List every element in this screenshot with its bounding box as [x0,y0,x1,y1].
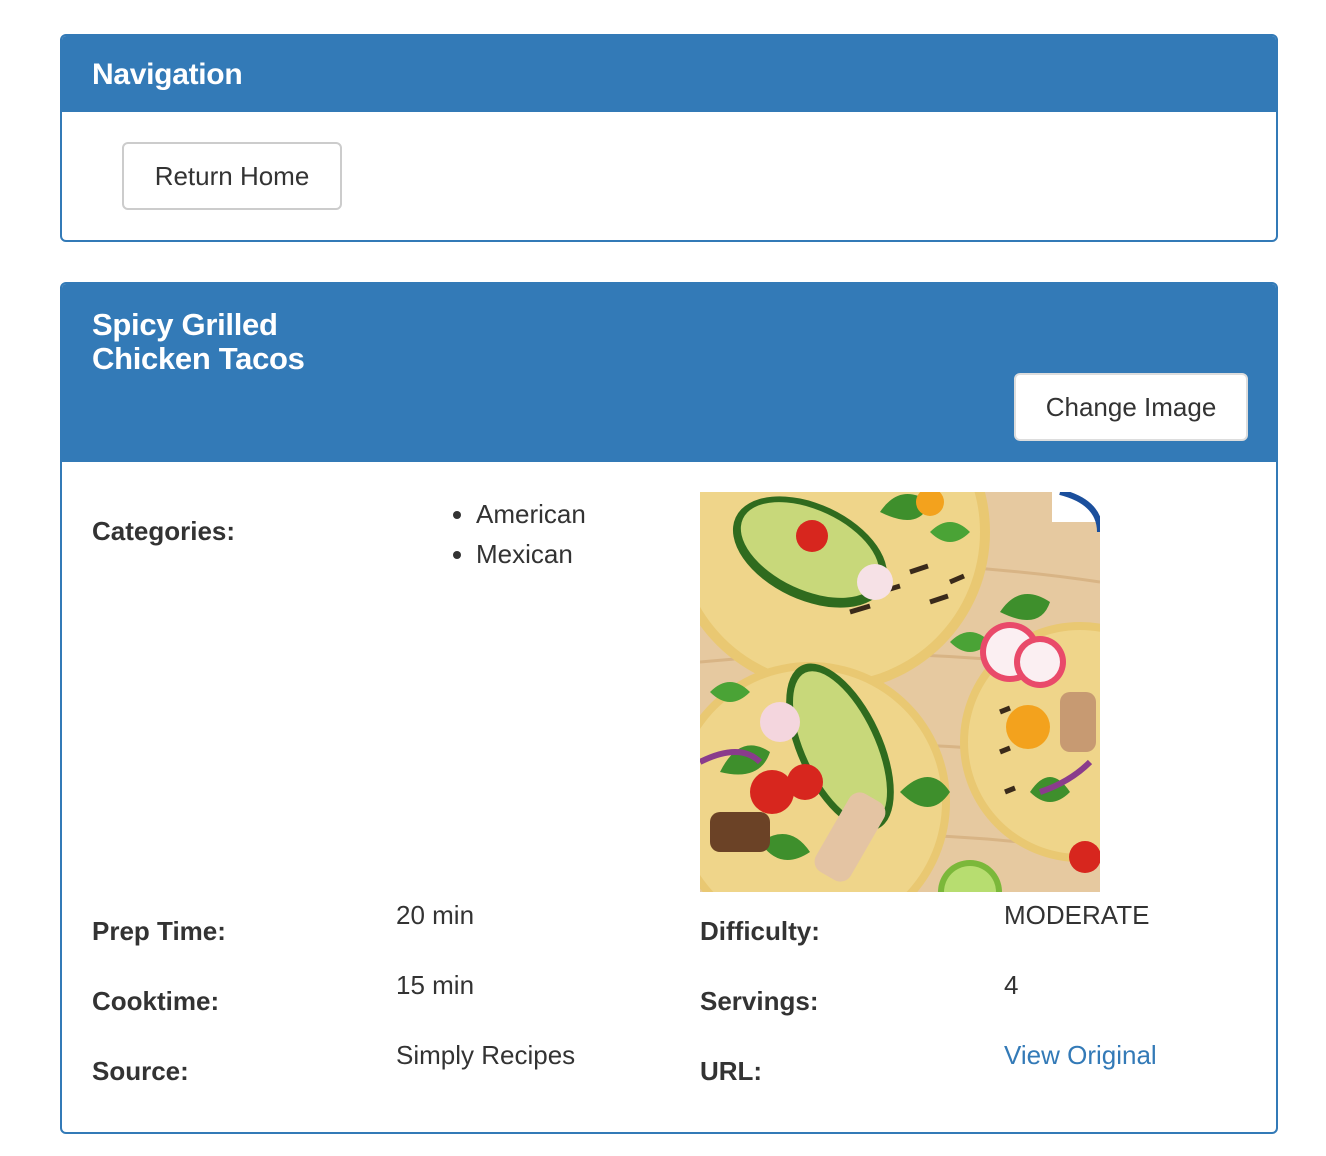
navigation-title: Navigation [92,58,243,91]
source-value: Simply Recipes [396,1040,576,1070]
url-label: URL: [700,1056,763,1086]
navigation-panel-heading: Navigation [62,36,1276,112]
difficulty-label: Difficulty: [700,916,820,946]
change-image-button[interactable]: Change Image [1014,373,1248,441]
category-item: American [476,494,586,534]
categories-list: American Mexican [446,494,586,574]
return-home-button[interactable]: Return Home [122,142,342,210]
category-item: Mexican [476,534,586,574]
servings-label: Servings: [700,986,819,1016]
cooktime-value: 15 min [396,970,475,1000]
categories-label: Categories: [92,516,236,546]
difficulty-value: MODERATE [1004,900,1150,930]
navigation-panel: Navigation Return Home [60,34,1278,242]
prep-time-value: 20 min [396,900,475,930]
servings-value: 4 [1004,970,1019,1000]
recipe-panel-heading: Spicy Grilled Chicken Tacos Change Image [62,284,1276,462]
cooktime-label: Cooktime: [92,986,220,1016]
recipe-image [700,492,1100,892]
source-label: Source: [92,1056,189,1086]
view-original-link[interactable]: View Original [1004,1040,1157,1071]
recipe-title: Spicy Grilled Chicken Tacos [92,307,305,376]
recipe-panel: Spicy Grilled Chicken Tacos Change Image… [60,282,1278,1134]
prep-time-label: Prep Time: [92,916,226,946]
